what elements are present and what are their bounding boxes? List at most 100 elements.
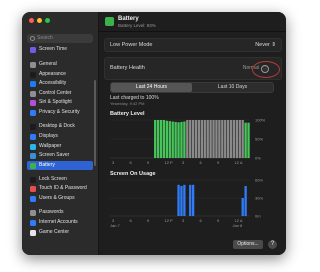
x-tick-label: 9 xyxy=(147,160,150,165)
screen-saver-icon xyxy=(30,152,36,159)
battery-level-bar xyxy=(186,120,189,158)
sidebar-item-label: Touch ID & Password xyxy=(39,185,87,191)
screen-on-usage-title: Screen On Usage xyxy=(110,171,156,177)
sidebar-item-label: Screen Saver xyxy=(39,152,70,158)
search-field[interactable]: Search xyxy=(27,34,93,43)
sidebar-item[interactable]: Passwords xyxy=(27,208,93,217)
display-icon xyxy=(30,133,36,140)
x-tick-label: 9 xyxy=(217,160,220,165)
minimize-button[interactable] xyxy=(37,18,42,23)
battery-level-bar xyxy=(215,120,218,158)
battery-level-bar xyxy=(165,120,169,158)
sidebar-item[interactable]: Accessibility xyxy=(27,79,93,88)
y-tick-label: 0m xyxy=(255,214,261,219)
y-tick-label: 30m xyxy=(255,196,263,201)
battery-health-row: Battery Health Normal ⓘ xyxy=(104,57,282,80)
siri-icon xyxy=(30,99,36,106)
tab-last-24-hours[interactable]: Last 24 Hours xyxy=(111,83,192,92)
sidebar-item[interactable]: Desktop & Dock xyxy=(27,122,93,131)
battery-level-bar xyxy=(235,120,239,158)
battery-level-bar xyxy=(197,120,201,158)
date-label-left: Jan 7 xyxy=(110,223,121,228)
sidebar-item[interactable]: Screen Saver xyxy=(27,151,93,160)
close-button[interactable] xyxy=(29,18,34,23)
help-button[interactable]: ? xyxy=(268,240,277,249)
main-pane: Battery Battery Level: 93% Low Power Mod… xyxy=(99,12,286,255)
battery-level-bar xyxy=(191,120,195,158)
time-range-segmented-control: Last 24 Hours Last 10 Days xyxy=(110,82,274,93)
battery-icon xyxy=(30,162,36,169)
x-tick-label: 3 xyxy=(182,160,185,165)
x-tick-label: 6 xyxy=(130,160,133,165)
x-tick-label: 12 P xyxy=(165,160,174,165)
game-center-icon xyxy=(30,229,36,236)
battery-level-bar xyxy=(159,120,163,158)
sidebar-item[interactable]: Appearance xyxy=(27,70,93,79)
wallpaper-icon xyxy=(30,143,36,150)
low-power-row: Low Power Mode Never ⇕ xyxy=(104,38,282,52)
sidebar-item-label: Passwords xyxy=(39,209,64,215)
battery-level-bar xyxy=(189,120,192,158)
x-tick-label: 6 xyxy=(200,160,203,165)
screen-on-bar xyxy=(244,186,247,216)
x-tick-label: 6 xyxy=(130,218,133,223)
sidebar-item[interactable]: Internet Accounts xyxy=(27,218,93,227)
sidebar-item[interactable]: Siri & Spotlight xyxy=(27,98,93,107)
sidebar-item[interactable]: Battery xyxy=(27,161,93,170)
battery-level-bar xyxy=(183,121,186,158)
low-power-popup[interactable]: Never ⇕ xyxy=(255,42,276,48)
sidebar-item-label: Game Center xyxy=(39,229,70,235)
sidebar-item[interactable]: Screen Time xyxy=(27,45,93,54)
sidebar-item[interactable]: Wallpaper xyxy=(27,142,93,151)
sidebar-item[interactable]: Lock Screen xyxy=(27,175,93,184)
screen-on-bar xyxy=(183,184,186,216)
sidebar-item-label: Desktop & Dock xyxy=(39,123,75,129)
x-tick-label: 6 xyxy=(200,218,203,223)
battery-level-bar xyxy=(209,120,212,158)
accessibility-icon xyxy=(30,80,36,87)
battery-level-bar xyxy=(154,120,157,158)
battery-level-bar xyxy=(244,122,247,158)
x-tick-label: 9 xyxy=(147,218,150,223)
sidebar-item-label: General xyxy=(39,61,57,67)
tab-last-10-days[interactable]: Last 10 Days xyxy=(192,83,273,92)
annotation-circle xyxy=(252,61,280,78)
lock-icon xyxy=(30,176,36,183)
zoom-button[interactable] xyxy=(45,18,50,23)
battery-level-bar xyxy=(156,120,160,158)
x-tick-label: 3 xyxy=(112,160,115,165)
screen-on-usage-chart: 60m30m0m3 6 9 12 P 3 6 9 12 AJan 7 Jan 8 xyxy=(110,178,263,228)
screen-time-icon xyxy=(30,46,36,53)
sidebar-item[interactable]: Touch ID & Password xyxy=(27,184,93,193)
search-icon xyxy=(30,36,35,41)
screen-on-bar xyxy=(191,184,195,216)
battery-level-bar xyxy=(238,120,241,158)
screen-on-bar xyxy=(241,198,244,216)
sidebar-item[interactable]: Users & Groups xyxy=(27,194,93,203)
battery-level-bar xyxy=(212,120,215,158)
battery-level-bar xyxy=(203,120,206,158)
appearance-icon xyxy=(30,71,36,78)
y-tick-label: 60m xyxy=(255,178,263,183)
sidebar-item[interactable]: General xyxy=(27,60,93,69)
battery-level-bar xyxy=(229,120,233,158)
page-subtitle: Battery Level: 93% xyxy=(118,23,156,28)
y-tick-label: 100% xyxy=(255,118,266,123)
sidebar-item-label: Accessibility xyxy=(39,80,67,86)
x-tick-label: 3 xyxy=(182,218,185,223)
options-button[interactable]: Options... xyxy=(233,240,263,249)
sidebar-item[interactable]: Control Center xyxy=(27,89,93,98)
battery-health-label: Battery Health xyxy=(110,65,145,71)
sidebar-scrollbar[interactable] xyxy=(94,80,96,166)
date-label-right: Jan 8 xyxy=(233,223,244,228)
sidebar-item[interactable]: Game Center xyxy=(27,228,93,237)
sidebar-item-label: Users & Groups xyxy=(39,195,75,201)
gear-icon xyxy=(30,61,36,68)
fingerprint-icon xyxy=(30,185,36,192)
sidebar-item-label: Control Center xyxy=(39,90,72,96)
sidebar-item-label: Lock Screen xyxy=(39,176,67,182)
battery-level-bar xyxy=(162,120,166,158)
sidebar-item[interactable]: Privacy & Security xyxy=(27,108,93,117)
sidebar: Search Screen Time General Appearance Acces… xyxy=(22,12,99,255)
sidebar-item[interactable]: Displays xyxy=(27,132,93,141)
